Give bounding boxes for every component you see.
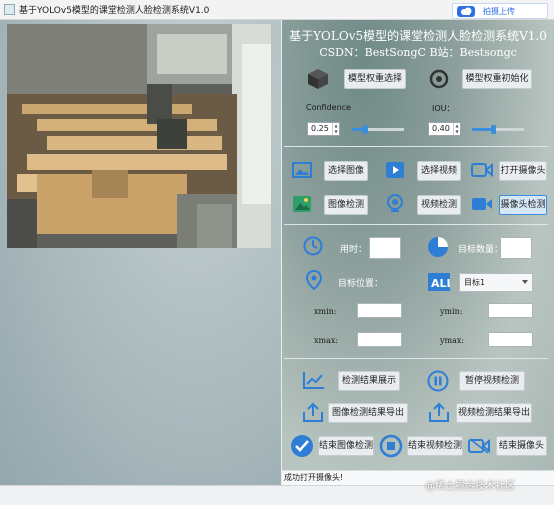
confidence-value: 0.25 (311, 124, 329, 133)
video-detect-button[interactable]: 视频检测 (417, 195, 461, 215)
count-label: 目标数量： (458, 245, 504, 255)
position-label: 目标位置： (338, 279, 384, 289)
location-pin-icon (306, 270, 322, 290)
settings-gear-icon (429, 69, 449, 89)
target-select-value: 目标1 (464, 278, 486, 287)
export-video-result-button[interactable]: 视频检测结果导出 (456, 403, 532, 423)
count-value-box (500, 237, 532, 259)
clock-icon (303, 236, 323, 256)
pause-video-button[interactable]: 暂停视频检测 (459, 371, 525, 391)
select-image-button[interactable]: 选择图像 (324, 161, 368, 181)
camera-detect-button[interactable]: 摄像头检测 (499, 195, 547, 215)
camera-off-icon (468, 438, 490, 454)
video-camera-icon (472, 198, 492, 210)
cube-icon (308, 69, 328, 89)
divider (284, 146, 548, 147)
main-area: 基于YOLOv5模型的课堂检测人脸检测系统V1.0 CSDN：BestSongC… (0, 20, 554, 485)
webcam-icon (387, 194, 403, 212)
classroom-camera-frame (7, 24, 271, 248)
time-label: 用时： (340, 245, 368, 255)
chevron-down-icon (522, 280, 528, 284)
status-text: 成功打开摄像头! (284, 473, 344, 482)
iou-value: 0.40 (432, 124, 450, 133)
app-subtitle: CSDN：BestSongC B站：Bestsongc (319, 46, 517, 59)
iou-label: IOU： (432, 104, 455, 113)
time-value-box (369, 237, 401, 259)
open-camera-button[interactable]: 打开摄像头 (499, 161, 547, 181)
target-select[interactable]: 目标1 (459, 273, 533, 292)
confidence-slider[interactable] (352, 125, 404, 134)
confidence-spinbox[interactable]: 0.25 ▲ ▼ (307, 122, 340, 136)
image-icon (292, 162, 312, 178)
end-camera-button[interactable]: 结束摄像头 (496, 436, 547, 456)
image-detect-icon (293, 196, 311, 212)
camera-icon (471, 162, 493, 178)
select-video-button[interactable]: 选择视频 (417, 161, 461, 181)
all-icon: ALL (428, 273, 450, 291)
end-video-detect-button[interactable]: 结束视频检测 (407, 436, 463, 456)
confidence-slider-handle[interactable] (363, 125, 368, 134)
check-circle-icon (291, 435, 313, 457)
pie-chart-icon (428, 237, 448, 257)
export-icon (303, 402, 323, 422)
iou-spinbox[interactable]: 0.40 ▲ ▼ (428, 122, 461, 136)
export-image-result-button[interactable]: 图像检测结果导出 (328, 403, 408, 423)
spin-arrows-icon[interactable]: ▲ ▼ (453, 123, 460, 135)
iou-slider[interactable] (472, 125, 524, 134)
xmin-value-box (357, 303, 402, 318)
spin-arrows-icon[interactable]: ▲ ▼ (332, 123, 339, 135)
title-bar: 基于YOLOv5模型的课堂检测人脸检测系统V1.0 拍摄上传 (0, 0, 554, 20)
app-title: 基于YOLOv5模型的课堂检测人脸检测系统V1.0 (289, 29, 547, 43)
divider (284, 224, 548, 225)
iou-slider-handle[interactable] (491, 125, 496, 134)
xmin-label: xmin: (314, 307, 337, 316)
image-detect-button[interactable]: 图像检测 (324, 195, 368, 215)
model-select-button[interactable]: 模型权重选择 (344, 69, 406, 89)
export-icon (429, 402, 449, 422)
upload-label: 拍摄上传 (483, 7, 515, 16)
app-icon (4, 4, 15, 15)
ymax-value-box (488, 332, 533, 347)
divider (284, 358, 548, 359)
ymin-label: ymin: (440, 307, 463, 316)
video-play-icon (386, 162, 404, 178)
model-init-button[interactable]: 模型权重初始化 (462, 69, 532, 89)
line-chart-icon (303, 372, 324, 389)
end-image-detect-button[interactable]: 结束图像检测 (318, 436, 374, 456)
watermark-text: @稀土掘金技术社区 (425, 481, 515, 492)
confidence-label: Confidence (306, 103, 351, 112)
cloud-upload-icon (457, 6, 475, 17)
upload-button[interactable]: 拍摄上传 (452, 3, 548, 19)
window-title: 基于YOLOv5模型的课堂检测人脸检测系统V1.0 (19, 6, 210, 16)
svg-text:ALL: ALL (431, 277, 450, 290)
show-result-button[interactable]: 检测结果展示 (338, 371, 400, 391)
ymax-label: ymax: (440, 336, 465, 345)
video-display (7, 24, 271, 248)
xmax-value-box (357, 332, 402, 347)
ymin-value-box (488, 303, 533, 318)
pause-icon (427, 370, 449, 392)
xmax-label: xmax: (314, 336, 339, 345)
stop-circle-icon (379, 434, 403, 458)
